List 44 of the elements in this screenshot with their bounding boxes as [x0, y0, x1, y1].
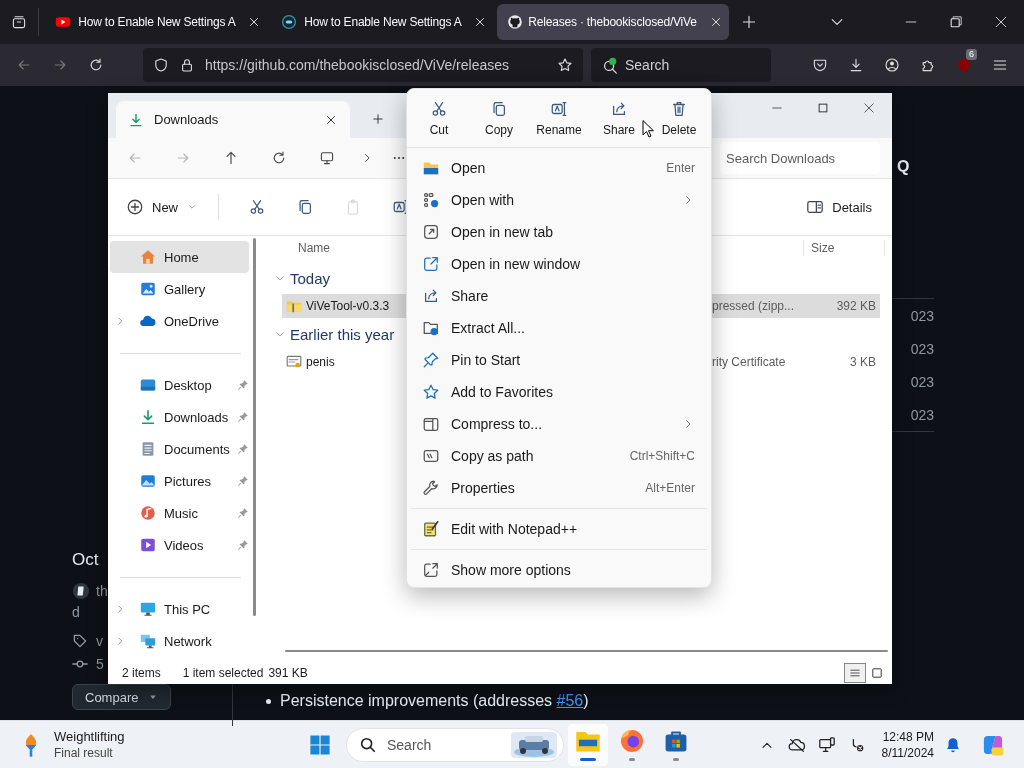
tab-title: How to Enable New Settings A: [78, 15, 237, 29]
widget-title: Weightlifting: [54, 728, 125, 745]
shortcut-text: Ctrl+Shift+C: [629, 449, 695, 463]
file-size: 3 KB: [849, 355, 876, 369]
time-text: 12:48 PM: [882, 728, 934, 745]
widget-subtitle: Final result: [54, 744, 114, 761]
release-note: Persistence improvements (addresses #56): [280, 692, 589, 710]
date-text: 023: [910, 373, 934, 390]
shortcut-text: Enter: [666, 161, 695, 175]
date-text: 023: [910, 307, 934, 324]
sidebar-label: Videos: [164, 537, 205, 553]
tab-title: Releases · thebookisclosed/ViVe: [528, 15, 698, 29]
count-badge: 6: [966, 49, 977, 60]
item-count: 2 items: [122, 666, 161, 680]
sidebar-label: Gallery: [164, 281, 207, 297]
date-text: 023: [910, 406, 934, 423]
date-text: 023: [910, 340, 934, 357]
tab-title: Downloads: [154, 112, 220, 127]
sidebar-label: Pictures: [164, 473, 212, 489]
sidebar-label: This PC: [164, 601, 212, 617]
date-text: 8/11/2024: [881, 744, 934, 761]
sidebar-label: Documents: [164, 441, 230, 457]
heading-fragment: Q: [897, 158, 910, 176]
file-type: pressed (zipp...: [712, 299, 796, 313]
sidebar-label: Network: [164, 633, 213, 649]
url-text: https://github.com/thebookisclosed/ViVe/releases: [205, 57, 511, 73]
search-placeholder: Search: [625, 57, 670, 73]
tab-title: How to Enable New Settings A: [304, 15, 463, 29]
file-name: ViVeTool-v0.3.3: [306, 299, 390, 313]
file-size: 392 KB: [835, 299, 876, 313]
sidebar-label: Home: [164, 249, 200, 265]
file-name: penis: [306, 355, 335, 369]
search-placeholder: Search: [387, 736, 433, 753]
author-fragment: d: [72, 604, 80, 620]
selection-size: 391 KB: [268, 666, 308, 680]
search-placeholder: Search Downloads: [726, 150, 836, 166]
sidebar-label: OneDrive: [164, 313, 220, 329]
file-type: rity Certificate: [712, 355, 787, 369]
sidebar-label: Downloads: [164, 409, 230, 425]
release-date: Oct: [72, 550, 99, 570]
sidebar-label: Music: [164, 505, 199, 521]
shortcut-text: Alt+Enter: [645, 481, 695, 495]
sidebar-label: Desktop: [164, 377, 213, 393]
selection-status: 1 item selected: [182, 666, 264, 680]
